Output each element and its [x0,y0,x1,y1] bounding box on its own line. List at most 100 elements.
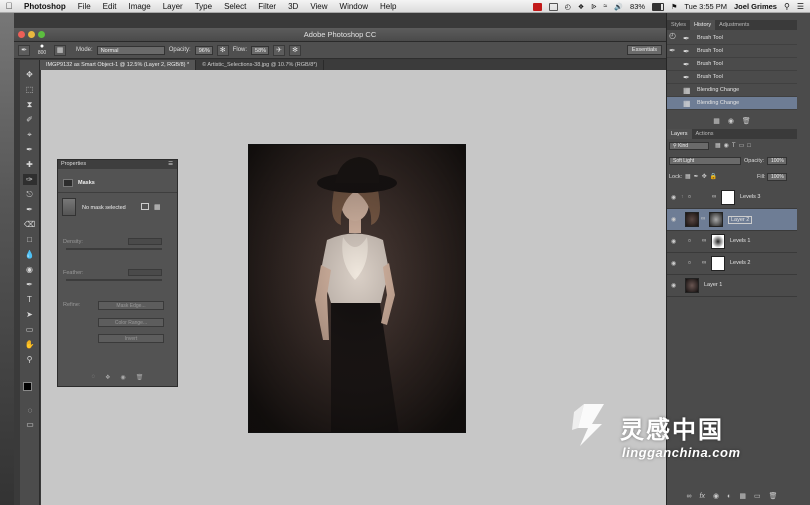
layer-row-selected[interactable]: ◉ ∞ Layer 2 [667,209,797,231]
layer-name[interactable]: Layer 2 [728,216,753,224]
density-input[interactable] [128,238,162,245]
brush-tool-icon[interactable]: ✑ [22,174,37,185]
eraser-tool-icon[interactable]: ⌫ [23,219,37,230]
link-layers-icon[interactable]: ∞ [687,492,692,502]
menu-edit[interactable]: Edit [97,2,123,11]
spotlight-icon[interactable]: ⚲ [784,2,790,11]
timemachine-icon[interactable]: ◴ [565,3,571,11]
density-slider[interactable] [66,248,162,250]
quick-mask-icon[interactable]: ◌ [23,405,37,416]
apply-mask-icon[interactable]: ❖ [105,374,110,386]
lock-icons[interactable]: ▦✒✥🔒 [685,173,720,180]
shape-tool-icon[interactable]: ▭ [23,324,37,335]
delete-layer-icon[interactable]: 🗑 [769,492,778,502]
vector-mask-icon[interactable]: ▦ [154,203,161,211]
marquee-tool-icon[interactable]: ⬚ [23,84,37,95]
visibility-eye-icon[interactable]: ◉ [671,194,676,201]
adjustment-layer-icon[interactable]: ◐ [727,492,731,502]
bluetooth-icon[interactable]: ᐉ [591,3,596,11]
layer-name[interactable]: Layer 1 [704,282,722,288]
layer-name[interactable]: Levels 2 [730,260,751,266]
tab-layers[interactable]: Layers [667,129,692,139]
layer-mask-thumbnail[interactable] [711,256,725,271]
battery-icon[interactable] [652,2,665,11]
layer-row[interactable]: ◉ ▫ ∞ Levels 2 [667,253,797,275]
pixel-mask-icon[interactable] [141,203,149,210]
toggle-mask-icon[interactable]: ◉ [121,374,126,386]
menu-layer[interactable]: Layer [157,2,189,11]
eyedropper-tool-icon[interactable]: ✒ [23,144,37,155]
layer-name[interactable]: Levels 3 [740,194,761,200]
hand-tool-icon[interactable]: ✋ [23,339,37,350]
selection-from-mask-icon[interactable]: ◌ [92,374,96,386]
delete-state-icon[interactable]: 🗑 [742,117,751,127]
gradient-tool-icon[interactable]: □ [23,234,37,245]
layer-mask-thumbnail[interactable] [709,212,723,227]
app-status-icon[interactable] [532,2,542,11]
menu-type[interactable]: Type [189,2,218,11]
pen-tool-icon[interactable]: ✒ [23,279,37,290]
flow-input[interactable]: 58% [251,45,270,55]
feather-slider[interactable] [66,279,162,281]
menu-app-name[interactable]: Photoshop [18,2,72,11]
path-select-tool-icon[interactable]: ➤ [23,309,37,320]
invert-button[interactable]: Invert [98,334,164,343]
zoom-tool-icon[interactable]: ⚲ [23,354,37,365]
brush-tool-preset-icon[interactable]: ✒ [18,44,30,56]
workspace-switcher[interactable]: Essentials [626,45,662,55]
history-item[interactable]: ✒ Brush Tool [667,58,797,71]
doc-tab-2[interactable]: © Artistic_Selections-38.jpg @ 10.7% (RG… [196,60,325,70]
visibility-eye-icon[interactable]: ◉ [671,260,676,267]
dodge-tool-icon[interactable]: ◉ [23,264,37,275]
layer-mask-thumbnail[interactable] [721,190,735,205]
layer-filter-icons[interactable]: ▦◉T▭□ [715,142,754,149]
color-range-button[interactable]: Color Range... [98,318,164,327]
layer-style-icon[interactable]: fx [700,492,705,502]
volume-icon[interactable]: 🔊 [614,3,623,11]
menu-file[interactable]: File [72,2,97,11]
properties-header[interactable]: Properties ☰ [58,160,177,169]
tab-adjustments[interactable]: Adjustments [715,20,753,30]
menu-image[interactable]: Image [122,2,156,11]
brush-size-picker[interactable]: ● 800 [34,43,50,57]
size-pressure-icon[interactable]: ✻ [289,44,302,56]
menu-3d[interactable]: 3D [282,2,304,11]
quick-select-tool-icon[interactable]: ✐ [23,114,37,125]
foreground-color-swatch[interactable] [23,382,32,391]
layer-row[interactable]: ◉ Layer 1 [667,275,797,297]
airbrush-icon[interactable]: ✈ [273,44,286,56]
layer-filter-select[interactable]: ⚲ Kind [669,142,709,150]
layer-thumbnail[interactable] [685,278,699,293]
flag-icon[interactable]: ⚑ [671,3,677,11]
crop-tool-icon[interactable]: ⌖ [23,129,37,140]
minimize-window-icon[interactable] [28,31,35,38]
snapshot-icon[interactable]: ◉ [728,117,734,127]
menu-help[interactable]: Help [374,2,402,11]
close-window-icon[interactable] [18,31,25,38]
menu-window[interactable]: Window [334,2,374,11]
history-brush-tool-icon[interactable]: ✒ [23,204,37,215]
user-name[interactable]: Joel Grimes [734,2,777,11]
move-tool-icon[interactable]: ✥ [23,69,37,80]
panel-menu-icon[interactable]: ☰ [168,160,173,169]
opacity-input[interactable]: 96% [194,45,213,55]
delete-mask-icon[interactable]: 🗑 [136,374,144,386]
mask-edge-button[interactable]: Mask Edge... [98,301,164,310]
opacity-pressure-icon[interactable]: ✻ [216,44,229,56]
healing-tool-icon[interactable]: ✚ [23,159,37,170]
apple-icon[interactable]:  [0,1,18,11]
menu-view[interactable]: View [304,2,333,11]
brush-panel-icon[interactable]: ▦ [54,44,66,56]
layer-row[interactable]: ◉ ▫ ∞ Levels 1 [667,231,797,253]
clone-stamp-tool-icon[interactable]: ⎋ [23,189,37,200]
fill-input[interactable]: 100% [767,173,787,181]
blend-mode-select[interactable]: Soft Light [669,157,741,165]
tab-actions[interactable]: Actions [692,129,718,139]
zoom-window-icon[interactable] [38,31,45,38]
history-item[interactable]: ▦ Blending Change [667,84,797,97]
visibility-eye-icon[interactable]: ◉ [671,238,676,245]
screen-mode-icon[interactable]: ▭ [23,419,37,430]
doc-tab-1[interactable]: IMGP9132 as Smart Object-1 @ 12.5% (Laye… [40,60,197,70]
lasso-tool-icon[interactable]: ⧗ [23,99,37,110]
new-document-from-state-icon[interactable]: ▦ [713,117,720,127]
